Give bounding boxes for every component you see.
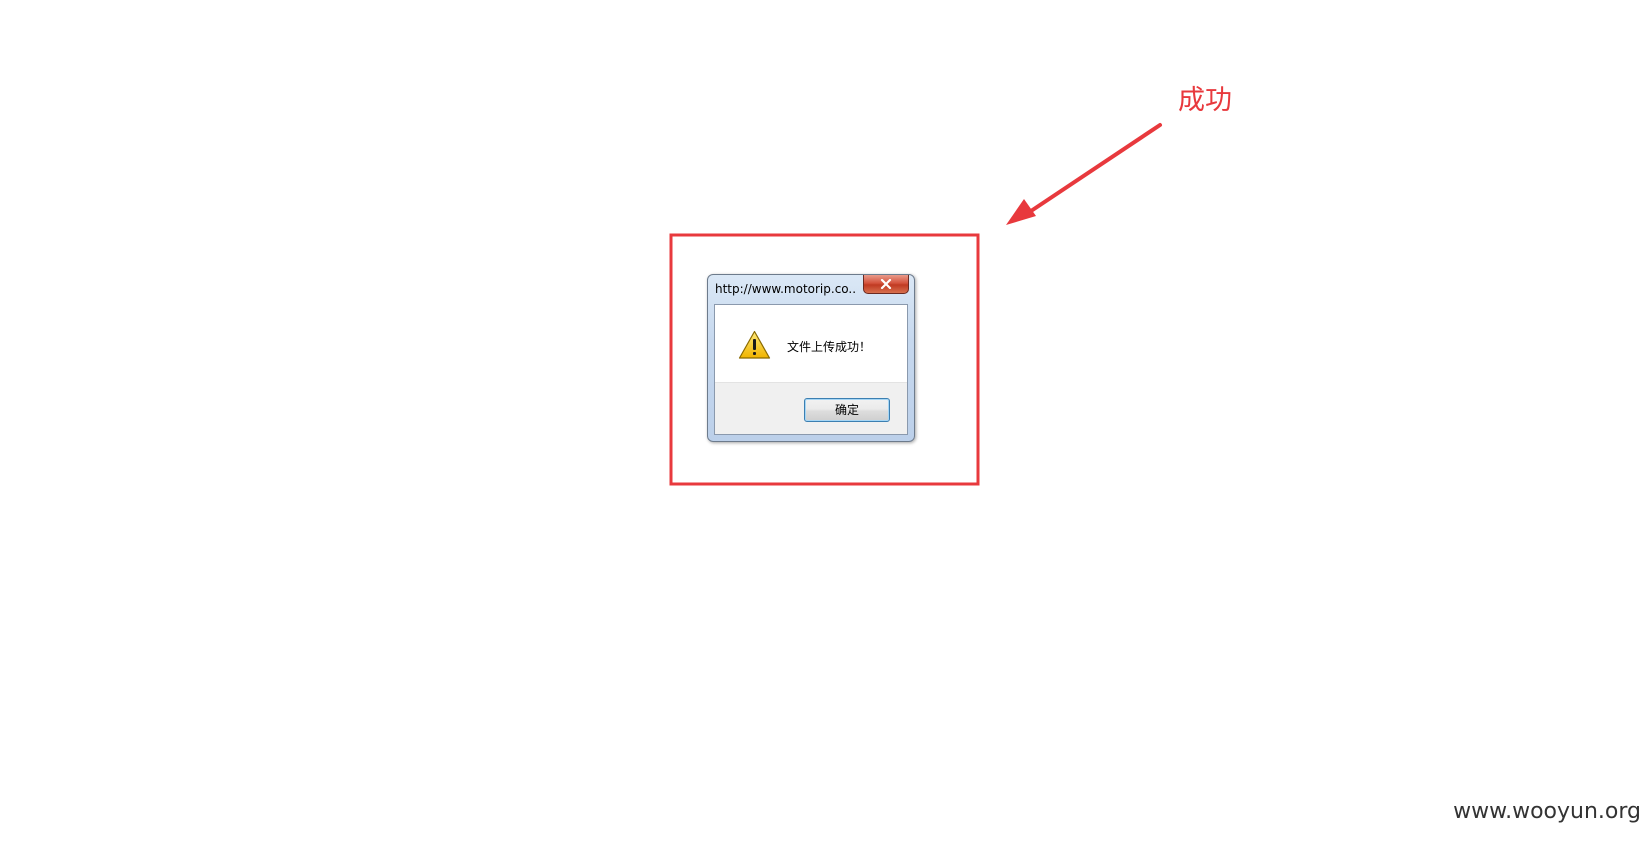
dialog-message: 文件上传成功！ bbox=[787, 340, 872, 354]
dialog-button-bar: 确定 bbox=[715, 382, 907, 434]
dialog-title: http://www.motorip.co... bbox=[715, 282, 855, 296]
close-button[interactable] bbox=[863, 275, 909, 294]
alert-dialog: http://www.motorip.co... 文件上传成功！ 确定 bbox=[707, 274, 915, 442]
annotation-arrow bbox=[1006, 123, 1162, 225]
annotation-label: 成功 bbox=[1178, 85, 1232, 116]
warning-icon bbox=[738, 330, 771, 359]
ok-button[interactable]: 确定 bbox=[804, 398, 890, 422]
dialog-titlebar[interactable]: http://www.motorip.co... bbox=[708, 275, 914, 305]
dialog-body: 文件上传成功！ 确定 bbox=[714, 304, 908, 435]
watermark: www.wooyun.org bbox=[1453, 799, 1641, 824]
close-icon bbox=[880, 279, 892, 289]
